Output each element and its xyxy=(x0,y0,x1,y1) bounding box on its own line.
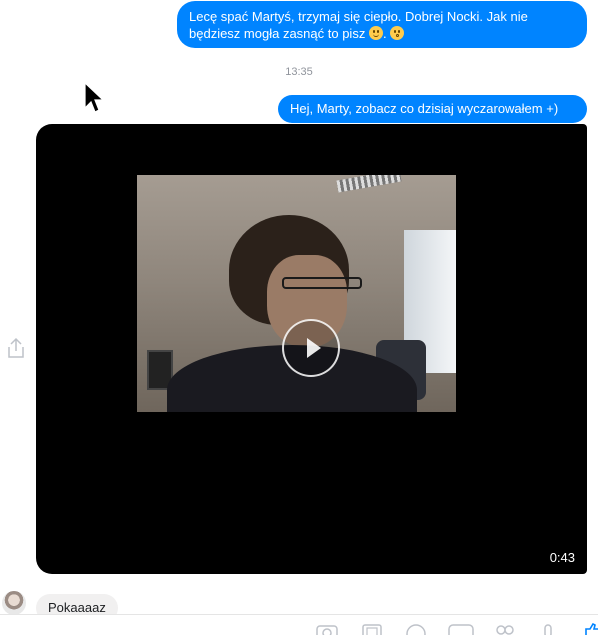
message-timestamp: 13:35 xyxy=(285,66,313,78)
gallery-icon[interactable] xyxy=(361,623,383,638)
thumbs-up-icon[interactable] xyxy=(584,622,598,638)
message-text: Lecę spać Martyś, trzymaj się ciepło. Do… xyxy=(189,9,528,41)
smiling-face-icon xyxy=(368,26,383,40)
composer-toolbar xyxy=(0,614,598,638)
emoji-icon[interactable] xyxy=(494,623,516,638)
message-text-separator: . xyxy=(382,26,391,41)
video-thumbnail xyxy=(137,175,456,412)
video-duration: 0:43 xyxy=(549,550,575,565)
play-icon[interactable] xyxy=(282,319,340,377)
avatar[interactable] xyxy=(2,591,26,615)
microphone-icon[interactable] xyxy=(540,623,556,638)
kissing-face-icon xyxy=(390,26,405,40)
mouse-pointer-icon xyxy=(84,81,105,117)
video-attachment[interactable]: 0:43 xyxy=(36,124,587,574)
gif-icon[interactable] xyxy=(448,623,474,638)
outgoing-message[interactable]: Hej, Marty, zobacz co dzisiaj wyczarował… xyxy=(278,95,587,123)
sticker-icon[interactable] xyxy=(405,623,427,638)
share-icon[interactable] xyxy=(6,337,26,362)
message-text: Hej, Marty, zobacz co dzisiaj wyczarował… xyxy=(290,101,559,116)
camera-icon[interactable] xyxy=(316,623,338,638)
outgoing-message[interactable]: Lecę spać Martyś, trzymaj się ciepło. Do… xyxy=(177,1,587,48)
message-text: Pokaaaaz xyxy=(48,600,106,615)
